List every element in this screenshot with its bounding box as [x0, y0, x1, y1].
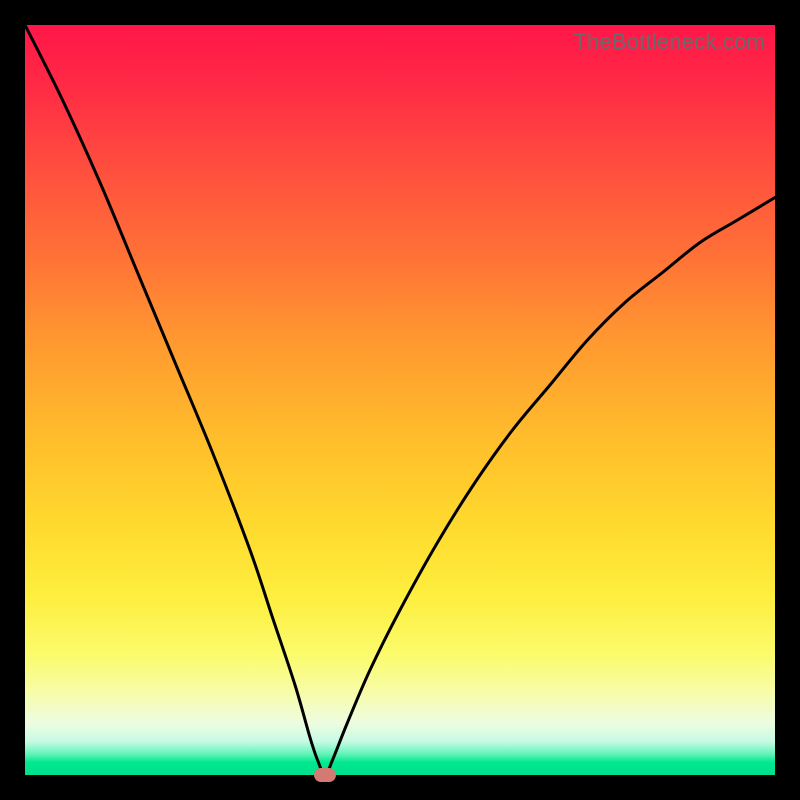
plot-area: TheBottleneck.com — [25, 25, 775, 775]
optimal-point-marker — [314, 768, 336, 782]
chart-frame: TheBottleneck.com — [0, 0, 800, 800]
bottleneck-curve — [25, 25, 775, 775]
